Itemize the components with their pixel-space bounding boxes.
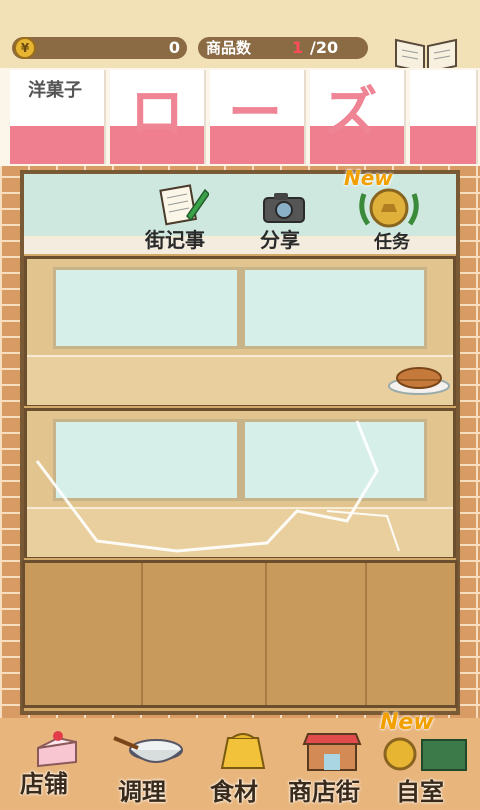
camera-icon bbox=[263, 193, 305, 223]
nav-shop[interactable]: 店铺 bbox=[16, 724, 96, 808]
share-button[interactable]: 分享 bbox=[258, 186, 318, 252]
tasks-label: 任务 bbox=[374, 232, 410, 253]
glass-shelf-2 bbox=[24, 408, 456, 558]
flour-sack-icon bbox=[220, 733, 266, 769]
nav-street[interactable]: 商店街 bbox=[288, 730, 374, 810]
item-count-label: 商品数 bbox=[206, 39, 252, 57]
item-count-current: 1 bbox=[292, 38, 304, 57]
street-diary-button[interactable]: 街记事 bbox=[145, 182, 225, 252]
nav-shop-label: 店铺 bbox=[20, 770, 68, 798]
tasks-button[interactable]: New 任务 bbox=[342, 164, 438, 254]
gold-medal-icon bbox=[359, 188, 419, 228]
nav-cook[interactable]: 调理 bbox=[108, 730, 192, 810]
home-new-badge: New bbox=[380, 710, 434, 735]
coin-icon: ¥ bbox=[14, 37, 36, 59]
sign-small-text: 洋菓子 bbox=[28, 80, 82, 101]
street-diary-label: 街记事 bbox=[145, 228, 205, 252]
cake-icon bbox=[37, 731, 77, 768]
nav-home-label: 自室 bbox=[396, 778, 444, 806]
share-label: 分享 bbox=[260, 228, 300, 252]
mixing-bowl-icon bbox=[113, 736, 183, 763]
crack-lines bbox=[35, 420, 400, 553]
nav-ingredients-label: 食材 bbox=[210, 778, 258, 806]
wood-cabinet-base bbox=[22, 560, 458, 708]
sign-big-text: ローズ bbox=[130, 81, 422, 144]
coin-sign-icon bbox=[383, 737, 467, 771]
coin-value: 0 bbox=[168, 38, 180, 57]
nav-street-label: 商店街 bbox=[288, 778, 360, 806]
dorayaki-icon bbox=[388, 367, 450, 395]
window-divider bbox=[237, 267, 245, 349]
storefront-icon bbox=[302, 733, 362, 771]
notepad-pen-icon bbox=[159, 184, 209, 226]
item-count-total: /20 bbox=[310, 38, 339, 57]
nav-cook-label: 调理 bbox=[118, 778, 166, 806]
nav-home[interactable]: New 自室 bbox=[378, 710, 474, 810]
nav-ingredients[interactable]: 食材 bbox=[206, 728, 290, 810]
pastry-item[interactable] bbox=[386, 366, 452, 396]
